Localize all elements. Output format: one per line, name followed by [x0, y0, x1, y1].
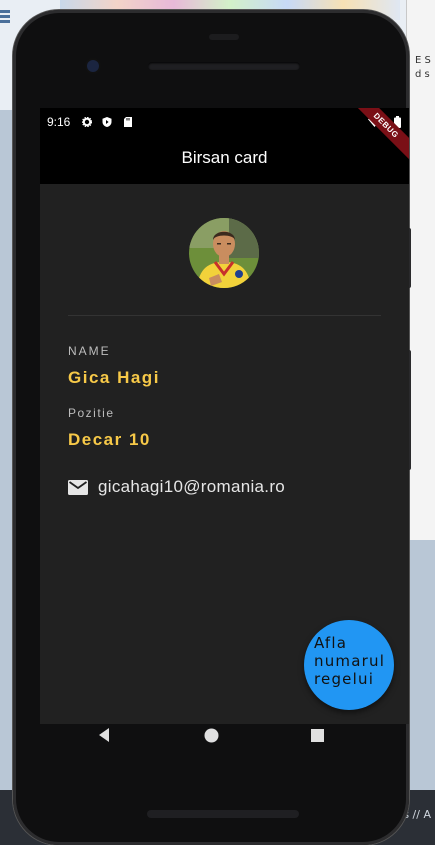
status-bar: 9:16	[40, 108, 409, 134]
sd-card-icon	[124, 117, 132, 127]
top-speaker	[148, 62, 300, 70]
back-icon[interactable]	[97, 727, 111, 743]
email-text: gicahagi10@romania.ro	[98, 477, 286, 496]
settings-icon	[82, 117, 92, 127]
fab-label: Afla numarul regelui	[314, 634, 386, 688]
profile-card-body: NAME Gica Hagi Pozitie Decar 10 gicahagi…	[40, 184, 409, 724]
avatar	[189, 218, 259, 288]
shield-icon	[102, 117, 112, 127]
fab-button[interactable]: Afla numarul regelui	[304, 620, 394, 710]
page-title: Birsan card	[181, 148, 268, 167]
divider	[68, 315, 381, 316]
emulator-phone-frame: 9:16 Birsan card DEBUG NAME Gica Hagi Po…	[13, 10, 411, 845]
position-value: Decar 10	[68, 430, 151, 449]
device-screen: 9:16 Birsan card DEBUG NAME Gica Hagi Po…	[40, 108, 409, 724]
email-icon	[68, 480, 88, 495]
top-notch	[209, 34, 239, 40]
bottom-speaker	[147, 810, 299, 818]
recents-icon[interactable]	[311, 729, 324, 742]
home-icon[interactable]	[204, 728, 219, 743]
menu-icon[interactable]	[0, 8, 10, 26]
position-label: Pozitie	[68, 406, 115, 420]
name-label: NAME	[68, 344, 111, 358]
status-time: 9:16	[47, 115, 71, 129]
app-bar: Birsan card	[40, 134, 409, 184]
name-value: Gica Hagi	[68, 368, 160, 387]
front-camera-icon	[87, 60, 99, 72]
desktop-right-panel-text: E S d s	[415, 55, 431, 80]
